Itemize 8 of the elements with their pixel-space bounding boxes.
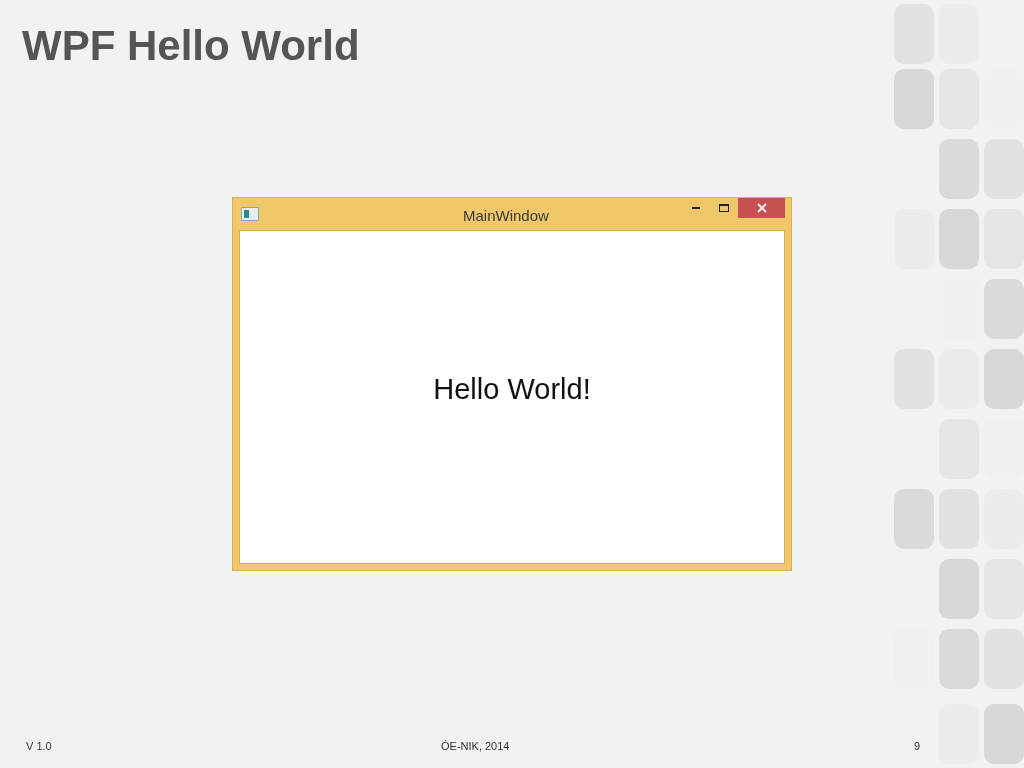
close-icon (756, 203, 767, 213)
window-title: MainWindow (463, 206, 549, 226)
hello-text: Hello World! (433, 372, 591, 408)
version-label: V 1.0 (26, 738, 52, 754)
window-icon (241, 207, 259, 221)
credit-label: ÓE-NIK, 2014 (441, 738, 510, 754)
slide-title: WPF Hello World (22, 21, 360, 71)
page-number: 9 (914, 738, 921, 754)
